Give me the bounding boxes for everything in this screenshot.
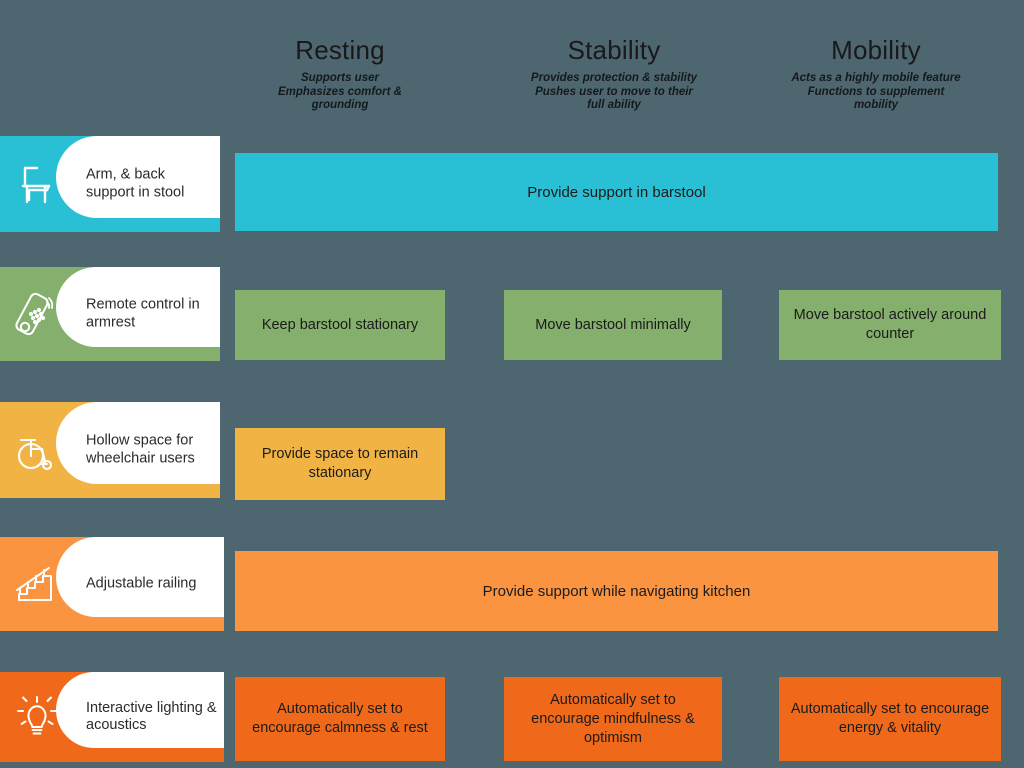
- matrix-cell-interactive-lighting-mobility[interactable]: Automatically set to encourage energy & …: [779, 677, 1001, 761]
- matrix-row-remote-control: Remote control in armrest Keep barstool …: [0, 267, 1024, 367]
- matrix-row-interactive-lighting: Interactive lighting & acoustics Automat…: [0, 672, 1024, 768]
- matrix-cell-text: Automatically set to encourage energy & …: [790, 701, 990, 736]
- matrix-cell-remote-control-resting[interactable]: Keep barstool stationary: [235, 290, 445, 360]
- column-title-resting: Resting: [295, 35, 385, 65]
- row-label-text: Hollow space for wheelchair users: [86, 432, 195, 467]
- matrix-cell-adjustable-railing-all[interactable]: Provide support while navigating kitchen: [235, 551, 998, 631]
- row-label-text: Arm, & back support in stool: [86, 166, 185, 201]
- row-label-text: Adjustable railing: [86, 575, 197, 592]
- matrix-cell-text: Provide space to remain stationary: [261, 446, 419, 481]
- row-label-card-arm-back-support[interactable]: Arm, & back support in stool: [0, 136, 220, 232]
- matrix-cell-text: Move barstool actively around counter: [793, 307, 987, 342]
- row-label-text: Interactive lighting & acoustics: [86, 700, 217, 733]
- column-title-mobility: Mobility: [831, 35, 921, 65]
- matrix-row-arm-back-support: Arm, & back support in stool Provide sup…: [0, 136, 1024, 236]
- matrix-cell-interactive-lighting-resting[interactable]: Automatically set to encourage calmness …: [235, 677, 445, 761]
- column-subtitle-stability: Provides protection & stability Pushes u…: [530, 72, 698, 111]
- row-label-card-hollow-space[interactable]: Hollow space for wheelchair users: [0, 402, 220, 498]
- row-label-card-remote-control[interactable]: Remote control in armrest: [0, 267, 220, 361]
- column-header-resting: Resting Supports user Emphasizes comfort…: [235, 34, 445, 113]
- matrix-cell-remote-control-mobility[interactable]: Move barstool actively around counter: [779, 290, 1001, 360]
- matrix-cell-text: Provide support in barstool: [527, 183, 706, 201]
- matrix-cell-text: Automatically set to encourage calmness …: [252, 701, 428, 736]
- column-subtitle-resting: Supports user Emphasizes comfort & groun…: [278, 72, 402, 111]
- matrix-cell-text: Move barstool minimally: [535, 316, 691, 333]
- column-subtitle-mobility: Acts as a highly mobile feature Function…: [791, 72, 961, 111]
- row-label-card-interactive-lighting[interactable]: Interactive lighting & acoustics: [0, 672, 224, 762]
- column-title-stability: Stability: [567, 35, 661, 65]
- row-label-card-adjustable-railing[interactable]: Adjustable railing: [0, 537, 224, 631]
- matrix-cell-hollow-space-resting[interactable]: Provide space to remain stationary: [235, 428, 445, 500]
- matrix-cell-remote-control-stability[interactable]: Move barstool minimally: [504, 290, 722, 360]
- matrix-cell-interactive-lighting-stability[interactable]: Automatically set to encourage mindfulne…: [504, 677, 722, 761]
- matrix-row-hollow-space: Hollow space for wheelchair users Provid…: [0, 402, 1024, 502]
- row-label-text: Remote control in armrest: [86, 296, 200, 331]
- column-header-mobility: Mobility Acts as a highly mobile feature…: [765, 34, 987, 113]
- matrix-cell-text: Provide support while navigating kitchen: [482, 582, 751, 600]
- column-header-stability: Stability Provides protection & stabilit…: [505, 34, 723, 113]
- matrix-cell-arm-back-support-all[interactable]: Provide support in barstool: [235, 153, 998, 231]
- matrix-cell-text: Automatically set to encourage mindfulne…: [531, 691, 695, 746]
- matrix-row-adjustable-railing: Adjustable railing Provide support while…: [0, 537, 1024, 637]
- matrix-cell-text: Keep barstool stationary: [261, 316, 419, 333]
- column-header-row: Resting Supports user Emphasizes comfort…: [0, 0, 1024, 130]
